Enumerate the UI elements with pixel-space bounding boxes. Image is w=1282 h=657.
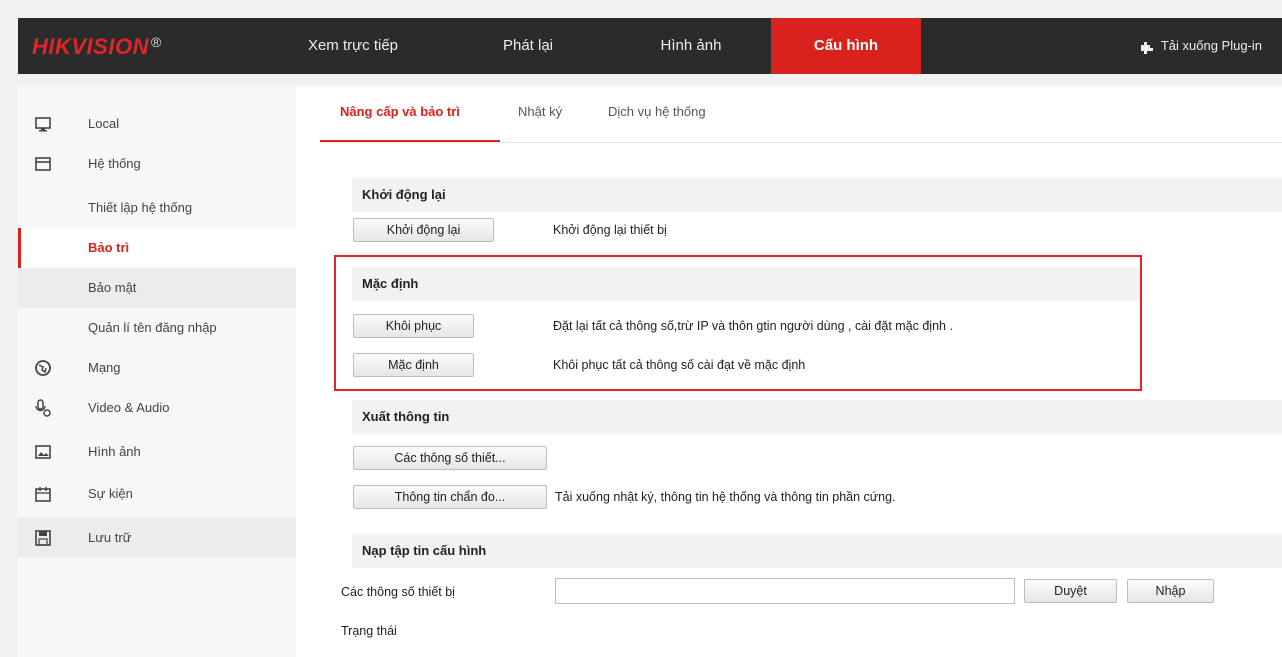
system-icon — [35, 157, 51, 171]
nav-configuration[interactable]: Cấu hình — [771, 18, 921, 74]
section-title: Khởi động lại — [362, 187, 446, 202]
sidebar-item-local[interactable]: Local — [18, 104, 296, 144]
sidebar-item-video-audio[interactable]: Video & Audio — [18, 388, 296, 428]
device-params-label: Các thông số thiết bị — [341, 585, 455, 599]
sidebar-item-system[interactable]: Hệ thống — [18, 144, 296, 184]
sidebar-item-label: Hình ảnh — [88, 444, 141, 459]
sidebar-item-label: Sự kiện — [88, 486, 133, 501]
section-import-header: Nạp tập tin cấu hình — [352, 534, 1282, 568]
config-file-input[interactable] — [555, 578, 1015, 604]
nav-live-view[interactable]: Xem trực tiếp — [288, 18, 418, 74]
sidebar-item-system-settings[interactable]: Thiết lập hệ thống — [18, 188, 296, 228]
logo: HIKVISION ® — [32, 34, 162, 60]
microphone-icon — [35, 399, 51, 417]
section-reboot-header: Khởi động lại — [352, 178, 1282, 212]
monitor-icon — [35, 117, 51, 132]
logo-registered-mark: ® — [150, 34, 162, 50]
tab-upgrade-maintenance[interactable]: Nâng cấp và bảo trì — [340, 104, 460, 119]
download-plugin-link[interactable]: Tải xuống Plug-in — [1139, 18, 1262, 74]
sidebar-item-user-management[interactable]: Quản lí tên đăng nhập — [18, 308, 296, 348]
sidebar-item-event[interactable]: Sự kiện — [18, 474, 296, 514]
section-title: Xuất thông tin — [362, 409, 450, 424]
sidebar-item-label: Bảo mật — [88, 280, 137, 295]
sidebar-item-label: Quản lí tên đăng nhập — [88, 320, 217, 335]
section-title: Nạp tập tin cấu hình — [362, 543, 487, 558]
device-params-button[interactable]: Các thông số thiết... — [353, 446, 547, 470]
section-export-header: Xuất thông tin — [352, 400, 1282, 434]
image-icon — [35, 445, 51, 459]
globe-icon — [35, 360, 51, 376]
logo-text: HIKVISION — [32, 34, 149, 59]
top-nav-bar: HIKVISION ® Xem trực tiếp Phát lại Hình ả… — [18, 18, 1282, 74]
download-plugin-label: Tải xuống Plug-in — [1160, 38, 1262, 53]
save-icon — [35, 530, 51, 546]
sidebar-item-storage[interactable]: Lưu trữ — [18, 518, 296, 558]
tab-divider — [320, 142, 1282, 143]
sidebar-item-label: Thiết lập hệ thống — [88, 200, 193, 215]
reboot-description: Khởi động lại thiết bị — [553, 223, 667, 237]
puzzle-icon — [1140, 41, 1153, 54]
reboot-button[interactable]: Khởi động lại — [353, 218, 494, 242]
sidebar-item-label: Local — [88, 116, 120, 131]
sidebar: Local Hệ thống Thiết lập hệ thống Bảo tr… — [18, 86, 296, 657]
highlight-box — [334, 255, 1142, 391]
browse-button[interactable]: Duyệt — [1024, 579, 1117, 603]
sidebar-item-network[interactable]: Mạng — [18, 348, 296, 388]
active-tab-indicator — [320, 140, 500, 142]
tab-system-service[interactable]: Dịch vụ hệ thống — [608, 104, 706, 119]
sidebar-item-label: Bảo trì — [88, 240, 130, 255]
status-label: Trạng thái — [341, 624, 397, 638]
sidebar-item-maintenance[interactable]: Bảo trì — [18, 228, 296, 268]
diagnostic-info-button[interactable]: Thông tin chẩn đo... — [353, 485, 547, 509]
tab-log[interactable]: Nhật ký — [518, 104, 562, 119]
nav-playback[interactable]: Phát lại — [463, 18, 593, 74]
sidebar-item-label: Mạng — [88, 360, 121, 375]
sidebar-item-image[interactable]: Hình ảnh — [18, 432, 296, 472]
import-button[interactable]: Nhập — [1127, 579, 1214, 603]
nav-picture[interactable]: Hình ảnh — [626, 18, 756, 74]
diagnostic-description: Tải xuống nhật ký, thông tin hệ thống và… — [555, 490, 896, 504]
sidebar-item-label: Video & Audio — [88, 400, 170, 415]
sidebar-item-label: Lưu trữ — [88, 530, 132, 545]
calendar-icon — [35, 487, 51, 502]
sidebar-item-label: Hệ thống — [88, 156, 141, 171]
sidebar-item-security[interactable]: Bảo mật — [18, 268, 296, 308]
